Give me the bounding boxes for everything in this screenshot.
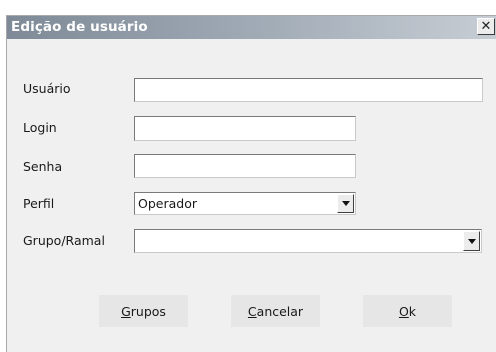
grupos-button[interactable]: Grupos (99, 295, 188, 327)
cancelar-mnemonic: C (247, 303, 257, 319)
grupos-mnemonic: G (121, 303, 131, 319)
login-input[interactable] (134, 116, 356, 141)
perfil-select[interactable]: Operador (134, 192, 356, 215)
grupo-ramal-label: Grupo/Ramal (23, 233, 105, 248)
cancel-button[interactable]: Cancelar (231, 295, 320, 327)
grupos-label: rupos (130, 303, 166, 319)
cancelar-label: ancelar (256, 303, 304, 319)
login-label: Login (23, 120, 57, 135)
ok-button[interactable]: Ok (363, 295, 452, 327)
senha-label: Senha (23, 159, 63, 174)
title-bar[interactable]: Edição de usuário ✕ (7, 16, 496, 39)
close-button[interactable]: ✕ (477, 18, 495, 35)
user-edit-dialog: Edição de usuário ✕ Usuário Login Senha … (6, 15, 496, 352)
perfil-label: Perfil (23, 196, 55, 211)
perfil-selected-value: Operador (138, 196, 197, 211)
chevron-down-icon (341, 201, 350, 206)
grupo-ramal-dropdown-button[interactable] (463, 231, 480, 251)
chevron-down-icon (467, 238, 476, 244)
ok-mnemonic: O (398, 303, 409, 319)
usuario-label: Usuário (23, 81, 71, 96)
ok-label: k (408, 303, 417, 319)
close-icon: ✕ (480, 19, 492, 34)
perfil-dropdown-button[interactable] (337, 194, 354, 213)
senha-input[interactable] (134, 154, 356, 178)
usuario-input[interactable] (134, 78, 483, 102)
grupo-ramal-select[interactable] (134, 229, 482, 253)
dialog-title: Edição de usuário (11, 19, 148, 35)
